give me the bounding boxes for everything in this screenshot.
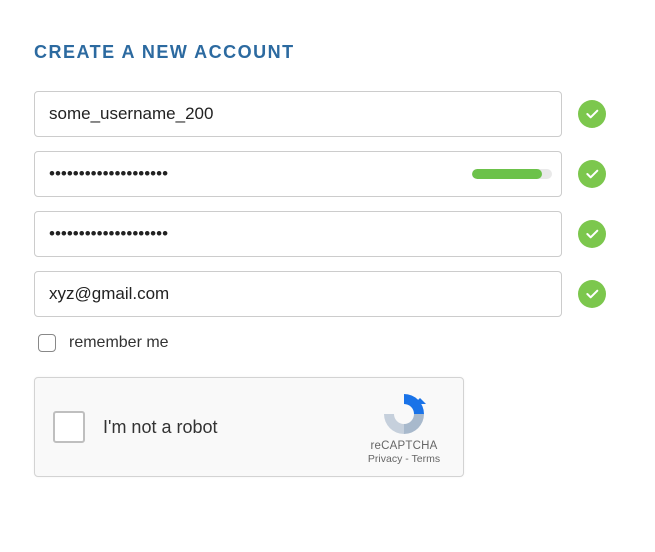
- recaptcha-terms-link[interactable]: Terms: [412, 453, 441, 465]
- confirm-password-field-wrap: [34, 211, 562, 257]
- username-input[interactable]: [34, 91, 562, 137]
- remember-me-row: remember me: [34, 331, 621, 355]
- check-icon: [578, 220, 606, 248]
- password-field-wrap: [34, 151, 562, 197]
- email-input[interactable]: [34, 271, 562, 317]
- confirm-password-input[interactable]: [34, 211, 562, 257]
- password-row: [34, 151, 621, 197]
- recaptcha-checkbox[interactable]: [53, 411, 85, 443]
- password-strength-fill: [472, 169, 542, 179]
- recaptcha-privacy-link[interactable]: Privacy: [368, 453, 402, 465]
- email-field-wrap: [34, 271, 562, 317]
- password-strength-meter: [472, 169, 552, 179]
- check-icon: [578, 280, 606, 308]
- recaptcha-link-separator: -: [402, 453, 411, 465]
- recaptcha-branding: reCAPTCHA Privacy - Terms: [359, 390, 449, 465]
- remember-me-checkbox[interactable]: [38, 334, 56, 352]
- confirm-password-row: [34, 211, 621, 257]
- recaptcha-label: I'm not a robot: [103, 417, 359, 438]
- check-icon: [578, 160, 606, 188]
- email-row: [34, 271, 621, 317]
- remember-me-label: remember me: [69, 334, 169, 352]
- recaptcha-logo-icon: [380, 390, 428, 438]
- username-field-wrap: [34, 91, 562, 137]
- recaptcha-links: Privacy - Terms: [359, 453, 449, 465]
- recaptcha-brand-text: reCAPTCHA: [359, 440, 449, 452]
- check-icon: [578, 100, 606, 128]
- username-row: [34, 91, 621, 137]
- recaptcha-widget: I'm not a robot reCAPTCHA Privacy - Term…: [34, 377, 464, 477]
- page-title: CREATE A NEW ACCOUNT: [34, 42, 621, 63]
